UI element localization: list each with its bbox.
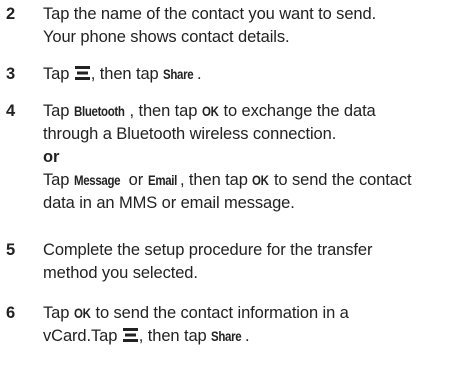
ok-key-label: OK bbox=[252, 172, 269, 188]
step-text: Tap , then tap Share. bbox=[43, 63, 463, 86]
step-text-fragment: , then tap bbox=[138, 327, 207, 345]
step-line: Complete the setup procedure for the tra… bbox=[43, 241, 373, 259]
step-line: vCard.Tap , then tap Share. bbox=[43, 325, 463, 348]
message-key-label: Message bbox=[73, 172, 121, 188]
step-line: data in an MMS or email message. bbox=[43, 194, 295, 212]
step-line: Tap , then tap Share. bbox=[43, 63, 463, 86]
step-text-fragment: to send the contact bbox=[273, 171, 412, 189]
step-line: Tap Message or Email, then tap OK to sen… bbox=[43, 169, 463, 192]
step-text-fragment: . bbox=[245, 327, 250, 345]
step-text: Complete the setup procedure for the tra… bbox=[43, 239, 463, 285]
step-text: Tap the name of the contact you want to … bbox=[43, 3, 463, 49]
step-line: through a Bluetooth wireless connection. bbox=[43, 125, 337, 143]
step-text-fragment: Tap bbox=[43, 102, 70, 120]
step-text-fragment: Tap bbox=[43, 65, 70, 83]
step-number: 6 bbox=[6, 304, 16, 322]
step-line: Tap the name of the contact you want to … bbox=[43, 5, 377, 23]
step-number: 2 bbox=[6, 5, 16, 23]
step-text-fragment: to send the contact information in a bbox=[95, 304, 349, 322]
step-text: Tap Bluetooth, then tap OK to exchange t… bbox=[43, 100, 463, 215]
share-key-label: Share bbox=[163, 66, 194, 82]
step-text-fragment: to exchange the data bbox=[223, 102, 376, 120]
instruction-page: 2 Tap the name of the contact you want t… bbox=[0, 0, 466, 372]
ok-key-label: OK bbox=[201, 103, 219, 119]
step-text-fragment: , then tap bbox=[90, 65, 159, 83]
step-text-fragment: , then tap bbox=[179, 171, 248, 189]
menu-icon bbox=[123, 328, 138, 342]
step-number: 4 bbox=[6, 102, 16, 120]
step-line: Tap OK to send the contact information i… bbox=[43, 302, 463, 325]
step-text-fragment: or bbox=[128, 171, 144, 189]
menu-icon bbox=[75, 66, 90, 80]
step-text-fragment: Tap bbox=[43, 304, 70, 322]
step-text: Tap OK to send the contact information i… bbox=[43, 302, 463, 348]
step-line: method you selected. bbox=[43, 264, 198, 282]
step-text-fragment: vCard.Tap bbox=[43, 327, 118, 345]
bluetooth-key-label: Bluetooth bbox=[73, 103, 125, 119]
or-label: or bbox=[43, 148, 60, 166]
step-number: 3 bbox=[6, 65, 16, 83]
share-key-label: Share bbox=[211, 328, 242, 344]
step-line: Your phone shows contact details. bbox=[43, 28, 290, 46]
step-text-fragment: , then tap bbox=[129, 102, 198, 120]
step-number: 5 bbox=[6, 241, 16, 259]
step-text-fragment: . bbox=[197, 65, 202, 83]
step-text-fragment: Tap bbox=[43, 171, 70, 189]
ok-key-label: OK bbox=[73, 305, 91, 321]
step-line: Tap Bluetooth, then tap OK to exchange t… bbox=[43, 100, 463, 123]
email-key-label: Email bbox=[147, 172, 177, 188]
